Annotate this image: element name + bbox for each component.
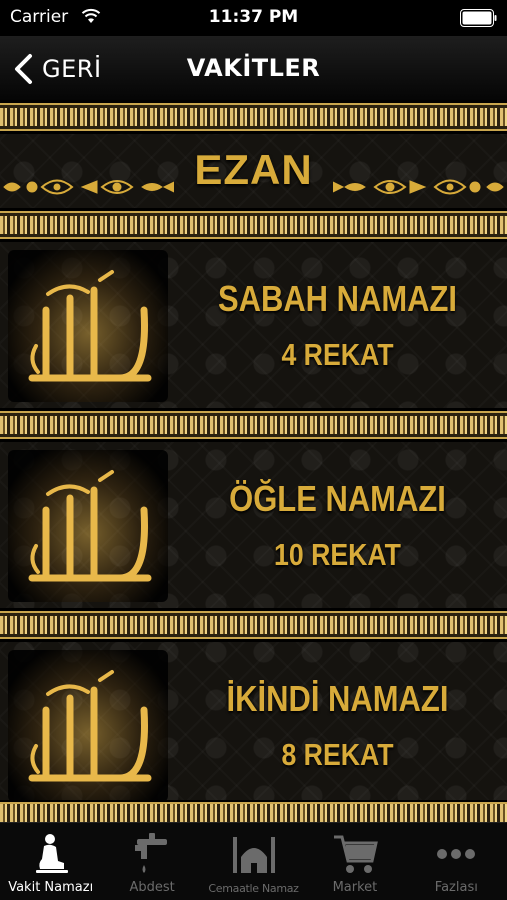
cart-icon	[333, 835, 378, 873]
gold-border-divider	[0, 100, 507, 134]
gold-border-divider	[0, 608, 507, 642]
tab-label: Vakit Namazı	[8, 880, 94, 895]
allah-calligraphy-icon	[8, 450, 168, 602]
ezan-row[interactable]: EZAN	[0, 132, 507, 210]
tab-vakit-namazi[interactable]: Vakit Namazı	[0, 823, 101, 900]
prayer-card-ikindi[interactable]: İKİNDİ NAMAZI 8 REKAT	[0, 642, 507, 810]
prayer-rekat: 10 REKAT	[274, 537, 401, 572]
battery-icon	[460, 9, 497, 27]
tab-label: Market	[332, 880, 378, 895]
tab-abdest[interactable]: Abdest	[101, 823, 202, 900]
page-title: VAKİTLER	[186, 54, 321, 82]
prayer-list: EZAN SABAH NAMAZI 4 REKAT ÖĞLE NAMAZI 10…	[0, 100, 507, 822]
tab-cemaatle-namaz[interactable]: Cemaatle Namaz	[203, 823, 304, 900]
tab-label: Fazlası	[434, 880, 478, 895]
tab-bar: Vakit Namazı Abdest Cemaatle Namaz Marke…	[0, 822, 507, 900]
tab-label: Abdest	[129, 880, 175, 895]
allah-calligraphy-icon	[8, 650, 168, 802]
allah-calligraphy-icon	[8, 250, 168, 402]
praying-person-icon	[35, 834, 68, 873]
prayer-rekat: 4 REKAT	[281, 337, 394, 372]
navigation-bar: GERİ VAKİTLER	[0, 36, 507, 100]
faucet-icon	[135, 833, 168, 873]
gold-border-divider	[0, 408, 507, 442]
prayer-name: ÖĞLE NAMAZI	[229, 478, 446, 519]
prayer-card-ogle[interactable]: ÖĞLE NAMAZI 10 REKAT	[0, 442, 507, 610]
tab-label: Cemaatle Namaz	[208, 882, 299, 895]
tab-market[interactable]: Market	[304, 823, 405, 900]
gold-border-divider	[0, 800, 507, 822]
more-dots-icon	[437, 849, 476, 859]
prayer-rekat: 8 REKAT	[281, 737, 394, 772]
mosque-icon	[232, 837, 275, 873]
gold-border-divider	[0, 208, 507, 242]
tab-fazlasi[interactable]: Fazlası	[406, 823, 507, 900]
prayer-name: SABAH NAMAZI	[217, 278, 458, 319]
prayer-name: İKİNDİ NAMAZI	[226, 678, 449, 719]
status-bar: Carrier 11:37 PM	[0, 0, 507, 36]
status-time: 11:37 PM	[208, 7, 299, 27]
prayer-card-sabah[interactable]: SABAH NAMAZI 4 REKAT	[0, 242, 507, 410]
ornament-right-icon	[333, 179, 504, 195]
